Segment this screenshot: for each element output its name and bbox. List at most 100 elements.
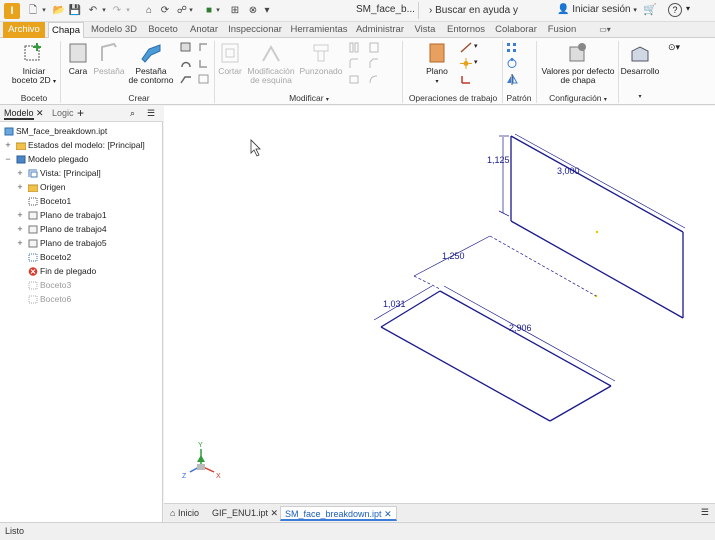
expand-icon[interactable]: + [16, 223, 24, 236]
redo-icon[interactable]: ↷ [110, 4, 124, 18]
tab-herramientas[interactable]: Herramientas [288, 22, 350, 38]
tab-menu-icon[interactable]: ☰ [701, 507, 709, 518]
measure-icon[interactable]: ⊞ [228, 4, 242, 18]
open-folder-icon[interactable]: 📂 [52, 4, 66, 18]
tab-administrar[interactable]: Administrar [354, 22, 406, 38]
refold-icon[interactable] [368, 42, 380, 53]
cart-icon[interactable]: 🛒 [643, 3, 657, 16]
browser-add-tab-icon[interactable]: + [77, 106, 84, 120]
ribbon-display-options-icon[interactable]: ▭▾ [592, 22, 618, 38]
new-dropdown-icon[interactable]: ▾ [40, 4, 48, 18]
punch-tool-button[interactable]: Punzonado [298, 41, 344, 76]
desarrollo-dropdown-icon[interactable]: ▾ [620, 93, 660, 100]
fold-icon[interactable] [198, 58, 210, 69]
rip-icon[interactable] [198, 74, 210, 85]
ribbon-options-icon[interactable]: ⊙▾ [668, 42, 690, 53]
plane-button[interactable]: Plano ▾ [420, 41, 454, 87]
browser-menu-icon[interactable]: ☰ [147, 108, 155, 119]
customize-dropdown-icon[interactable]: ▾ [262, 4, 272, 18]
sketch-canvas[interactable]: 1,125 3,000 1,250 1,031 2,906 Y X Z [164, 106, 715, 503]
flange-button[interactable]: Pestaña [92, 41, 126, 76]
tab-modelo-3d[interactable]: Modelo 3D [88, 22, 140, 38]
expand-icon[interactable]: + [16, 181, 24, 194]
ucs-icon[interactable] [460, 74, 472, 85]
doc-tab-gif-enu1[interactable]: GIF_ENU1.ipt ✕ [208, 506, 282, 521]
corner-chamfer-icon[interactable] [368, 58, 380, 69]
tree-label: Boceto6 [40, 294, 72, 304]
tab-inspeccionar[interactable]: Inspeccionar [226, 22, 284, 38]
tab-boceto[interactable]: Boceto [143, 22, 183, 38]
work-point-icon[interactable] [460, 58, 472, 69]
close-icon[interactable]: ⊗ [246, 4, 260, 18]
mirror-icon[interactable] [506, 74, 518, 85]
expand-icon[interactable]: + [16, 167, 24, 180]
update-icon[interactable]: ⟳ [158, 4, 172, 18]
circular-pattern-icon[interactable] [506, 58, 518, 69]
punch-tool-icon [313, 44, 329, 62]
undo-icon[interactable]: ↶ [86, 4, 100, 18]
contour-roll-icon[interactable] [180, 58, 192, 69]
start-2d-sketch-button[interactable]: Iniciar boceto 2D ▾ [10, 41, 58, 87]
flange-label: Pestaña [93, 66, 125, 76]
close-tab-icon[interactable]: ✕ [271, 508, 279, 518]
axis-z-label: Z [182, 473, 187, 480]
expand-icon[interactable]: + [16, 209, 24, 222]
doc-tab-home[interactable]: ⌂ Inicio [166, 506, 203, 521]
lofted-flange-icon[interactable] [180, 42, 192, 53]
help-dropdown-icon[interactable]: ▾ [686, 4, 690, 13]
panel-label-configuracion[interactable]: Configuración ▾ [538, 93, 618, 103]
panel-label-modificar[interactable]: Modificar ▾ [216, 93, 402, 103]
home-icon[interactable]: ⌂ [142, 4, 156, 18]
bend-icon[interactable] [180, 74, 192, 85]
tab-anotar[interactable]: Anotar [186, 22, 222, 38]
app-logo-icon[interactable]: I [4, 3, 20, 19]
new-file-icon[interactable]: 🗋 [26, 4, 40, 18]
help-search-input[interactable]: › Buscar en ayuda y comandos... [418, 2, 550, 33]
sheet-metal-defaults-button[interactable]: Valores por defecto de chapa [538, 41, 618, 85]
select-dropdown-icon[interactable]: ▾ [187, 4, 195, 18]
material-dropdown-icon[interactable]: ▾ [214, 4, 222, 18]
tab-fusion[interactable]: Fusion [544, 22, 580, 38]
panel-divider [60, 41, 61, 103]
expand-icon[interactable]: + [4, 139, 12, 152]
cut-button[interactable]: Cortar [216, 41, 244, 76]
fillet-icon[interactable] [368, 74, 380, 85]
work-axis-icon[interactable] [460, 42, 472, 53]
contour-flange-button[interactable]: Pestaña de contorno [126, 41, 176, 85]
tab-vista[interactable]: Vista [410, 22, 440, 38]
expand-icon[interactable]: + [16, 237, 24, 250]
mouse-cursor-icon [250, 139, 261, 157]
unfold-icon[interactable] [348, 42, 360, 53]
redo-dropdown-icon[interactable]: ▾ [124, 4, 132, 18]
undo-dropdown-icon[interactable]: ▾ [100, 4, 108, 18]
start-sketch-dropdown-icon: ▾ [53, 79, 57, 85]
flat-pattern-button[interactable]: Desarrollo [620, 41, 660, 76]
collapse-icon[interactable]: − [4, 153, 12, 166]
help-icon[interactable]: ? [668, 3, 682, 17]
graphics-viewport[interactable]: 1,125 3,000 1,250 1,031 2,906 Y X Z [164, 106, 715, 503]
corner-round-icon[interactable] [348, 58, 360, 69]
corner-seam-button[interactable]: Modificación de esquina [244, 41, 298, 85]
save-icon[interactable]: 💾 [68, 4, 82, 18]
browser-search-icon[interactable]: ⌕ [130, 108, 135, 119]
tab-archivo[interactable]: Archivo [3, 22, 45, 38]
modificar-dropdown-icon: ▾ [325, 97, 329, 103]
sign-in-button[interactable]: 👤 Iniciar sesión ▾ [557, 4, 637, 15]
browser-tab-logic[interactable]: Logic [52, 108, 74, 118]
rectangular-pattern-icon[interactable] [506, 42, 518, 53]
axis-triad[interactable]: Y X Z [182, 442, 221, 480]
work-axis-dropdown-icon[interactable]: ▾ [474, 42, 486, 53]
modificar-label: Modificar [289, 93, 324, 103]
face-button[interactable]: Cara [64, 41, 92, 76]
browser-tab-close-icon[interactable]: ✕ [36, 108, 44, 119]
doc-tab-sm-face-breakdown[interactable]: SM_face_breakdown.ipt ✕ [280, 506, 397, 521]
tab-chapa[interactable]: Chapa [48, 22, 84, 39]
tab-colaborar[interactable]: Colaborar [492, 22, 540, 38]
tab-entornos[interactable]: Entornos [444, 22, 488, 38]
hem-icon[interactable] [198, 42, 210, 53]
work-point-dropdown-icon[interactable]: ▾ [474, 58, 486, 69]
upper-face-sketch [510, 135, 684, 319]
browser-tab-model[interactable]: Modelo [4, 108, 34, 120]
close-tab-icon[interactable]: ✕ [384, 509, 392, 519]
cosmetic-centerline-icon[interactable] [348, 74, 360, 85]
